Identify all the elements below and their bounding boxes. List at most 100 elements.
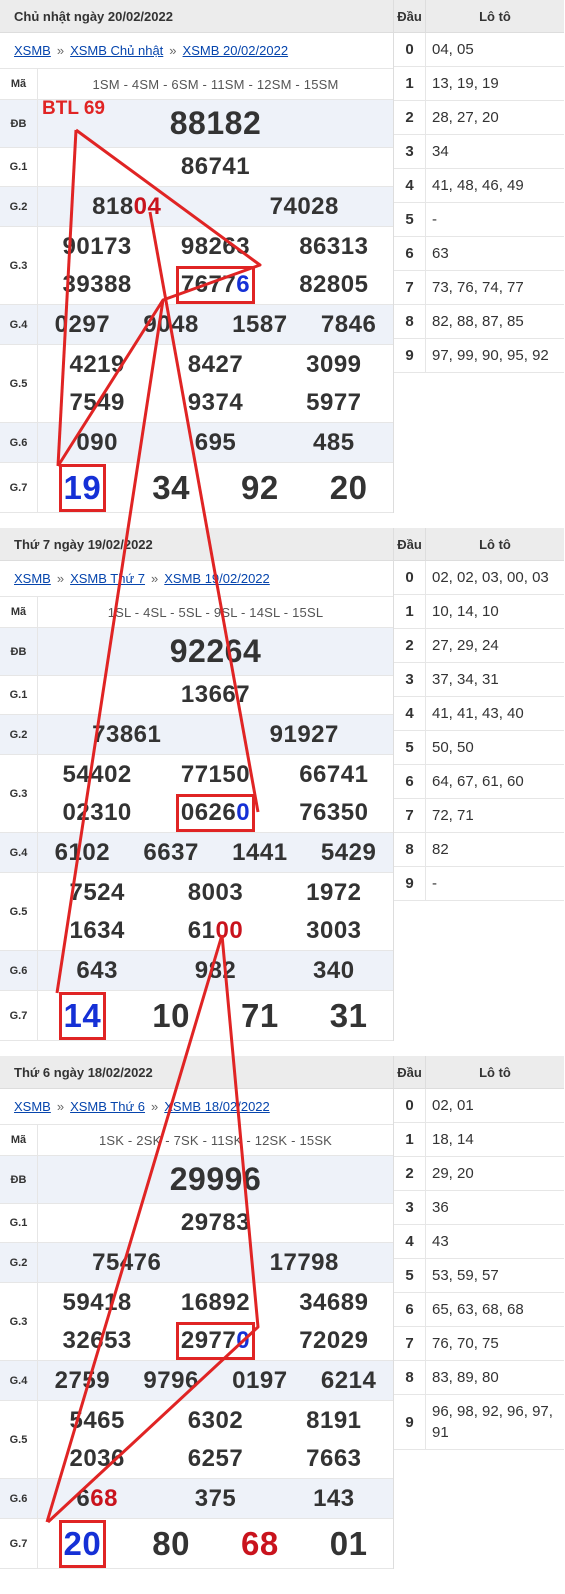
row-g6: G.6 090 695 485 [0, 423, 393, 463]
row-ma: Mã 1SK - 2SK - 7SK - 11SK - 12SK - 15SK [0, 1125, 393, 1156]
loto-values: 63 [432, 245, 449, 262]
row-label: G.3 [0, 227, 38, 304]
prize-number: 5429 [320, 838, 377, 866]
prize-number: 6637 [143, 838, 199, 866]
row-g5: G.5 7524 8003 1972 1634 6100 3003 [0, 873, 393, 951]
row-label: ĐB [0, 628, 38, 675]
loto-row: 2 29, 20 [394, 1157, 564, 1191]
loto-head-digit: 0 [394, 1089, 426, 1122]
loto-values: 73, 76, 74, 77 [432, 279, 524, 296]
btl-annotation: BTL 69 [42, 98, 106, 119]
row-label: G.6 [0, 951, 38, 990]
boxed-prize-number: 19 [58, 463, 107, 512]
loto-values: 04, 05 [432, 41, 474, 58]
loto-row: 0 02, 02, 03, 00, 03 [394, 561, 564, 595]
prize-number: 3099 [306, 350, 362, 378]
breadcrumb-link-weekday[interactable]: XSMB Thứ 7 [70, 571, 145, 586]
row-g4: G.4 2759 9796 0197 6214 [0, 1361, 393, 1401]
row-g5: G.5 4219 8427 3099 7549 9374 5977 [0, 345, 393, 423]
row-g4: G.4 0297 9048 1587 7846 [0, 305, 393, 345]
row-g2: G.2 73861 91927 [0, 715, 393, 755]
loto-head-digit: 3 [394, 663, 426, 696]
breadcrumb: XSMB» XSMB Thứ 6» XSMB 18/02/2022 [0, 1089, 393, 1125]
row-g3: G.3 59418 16892 34689 32653 29770 72029 [0, 1283, 393, 1361]
prize-number: 9374 [187, 388, 244, 416]
loto-head-digit: 3 [394, 135, 426, 168]
loto-values: 18, 14 [432, 1131, 474, 1148]
loto-values: 72, 71 [432, 807, 474, 824]
results-table: Chủ nhật ngày 20/02/2022 XSMB» XSMB Chủ n… [0, 0, 394, 513]
prize-number: 695 [194, 428, 237, 456]
loto-values: 82 [432, 841, 449, 858]
loto-head-loto: Lô tô [479, 536, 511, 552]
row-label: Mã [0, 597, 38, 627]
loto-row: 7 72, 71 [394, 799, 564, 833]
loto-row: 8 83, 89, 80 [394, 1361, 564, 1395]
prize-number: 34 [152, 468, 190, 506]
loto-header: Đầu Lô tô [394, 1056, 564, 1089]
breadcrumb-link-xsmb[interactable]: XSMB [14, 43, 51, 58]
prize-number: 54402 [62, 760, 132, 788]
prize-digits: 818 [92, 192, 134, 220]
boxed-prize-number: 06260 [175, 793, 256, 832]
breadcrumb-link-date[interactable]: XSMB 19/02/2022 [164, 571, 270, 586]
loto-values: 02, 01 [432, 1097, 474, 1114]
loto-table: Đầu Lô tô 0 02, 01 1 18, 14 2 29, 20 3 36 4 43 5 53,… [394, 1056, 564, 1450]
loto-row: 3 37, 34, 31 [394, 663, 564, 697]
breadcrumb-link-weekday[interactable]: XSMB Chủ nhật [70, 43, 163, 58]
loto-head-digit: 0 [394, 33, 426, 66]
prize-number: 75476 [92, 1248, 162, 1276]
loto-row: 3 34 [394, 135, 564, 169]
loto-head-digit: 2 [394, 101, 426, 134]
breadcrumb-link-xsmb[interactable]: XSMB [14, 571, 51, 586]
loto-values: 50, 50 [432, 739, 474, 756]
highlight-digits: 04 [133, 192, 162, 220]
row-label: G.5 [0, 1401, 38, 1478]
loto-head-digit: 1 [394, 67, 426, 100]
prize-number: 81804 [92, 193, 161, 221]
prize-number: 29783 [180, 1209, 251, 1236]
loto-head-digit: 7 [394, 799, 426, 832]
loto-values: 65, 63, 68, 68 [432, 1301, 524, 1318]
prize-number: 375 [194, 1484, 237, 1512]
special-prize: 29996 [169, 1161, 262, 1197]
loto-row: 1 18, 14 [394, 1123, 564, 1157]
loto-values: 34 [432, 143, 449, 160]
prize-number: 668 [76, 1485, 118, 1513]
prize-number: 4219 [69, 350, 125, 378]
highlight-digits: 00 [215, 916, 244, 944]
loto-values: 13, 19, 19 [432, 75, 499, 92]
prize-number: 6302 [187, 1406, 244, 1434]
loto-row: 0 04, 05 [394, 33, 564, 67]
loto-row: 2 27, 29, 24 [394, 629, 564, 663]
prize-number: 01 [329, 1524, 368, 1562]
prize-number: 86313 [299, 232, 369, 260]
draw-title: Chủ nhật ngày 20/02/2022 [0, 0, 393, 33]
loto-head-digit: 5 [394, 731, 426, 764]
loto-header: Đầu Lô tô [394, 0, 564, 33]
loto-head-digit: 1 [394, 595, 426, 628]
loto-row: 4 41, 48, 46, 49 [394, 169, 564, 203]
row-g7: G.7 20 80 68 01 [0, 1519, 393, 1569]
prize-number: 77150 [180, 760, 251, 788]
row-label: G.7 [0, 463, 38, 512]
loto-row: 5 53, 59, 57 [394, 1259, 564, 1293]
prize-number: 71 [241, 996, 279, 1034]
breadcrumb-link-xsmb[interactable]: XSMB [14, 1099, 51, 1114]
loto-row: 5 50, 50 [394, 731, 564, 765]
loto-head-digit: 9 [394, 1395, 426, 1449]
breadcrumb-link-date[interactable]: XSMB 18/02/2022 [164, 1099, 270, 1114]
prize-number: 92 [241, 468, 279, 506]
breadcrumb-link-weekday[interactable]: XSMB Thứ 6 [70, 1099, 145, 1114]
highlight-digit: 0 [236, 1326, 251, 1354]
prize-number: 2036 [69, 1444, 125, 1472]
row-label: G.2 [0, 187, 38, 226]
prize-number: 643 [76, 956, 118, 984]
prize-digits: 61 [187, 916, 216, 944]
results-table: Thứ 7 ngày 19/02/2022 XSMB» XSMB Thứ 7» XS… [0, 528, 394, 1041]
loto-values: 10, 14, 10 [432, 603, 499, 620]
loto-head-digit: 8 [394, 833, 426, 866]
breadcrumb-link-date[interactable]: XSMB 20/02/2022 [183, 43, 289, 58]
row-label: G.4 [0, 833, 38, 872]
loto-head-loto: Lô tô [479, 8, 511, 24]
